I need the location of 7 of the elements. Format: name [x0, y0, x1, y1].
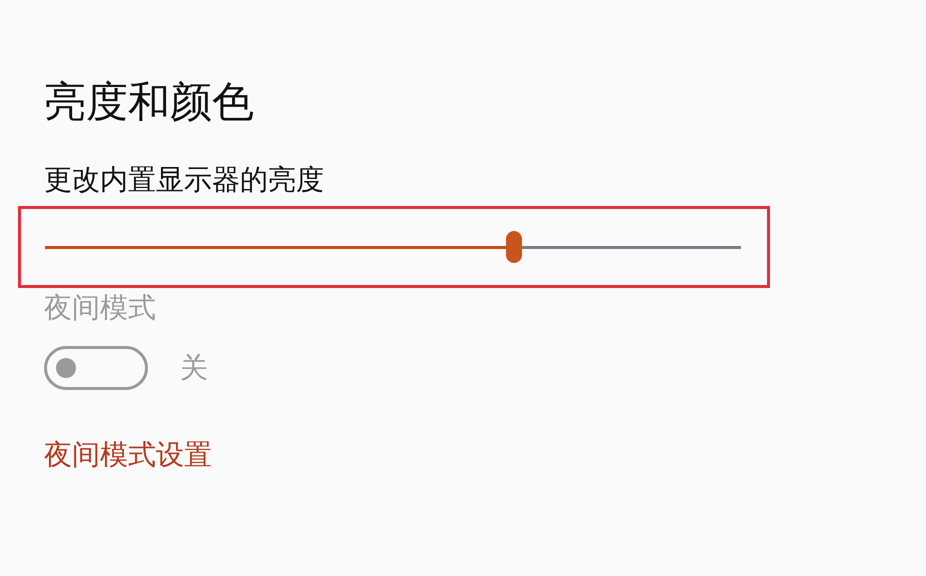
night-mode-label: 夜间模式: [44, 290, 157, 326]
page-title: 亮度和颜色: [44, 76, 255, 128]
slider-thumb[interactable]: [506, 231, 522, 263]
toggle-state: 关: [180, 350, 208, 386]
brightness-slider[interactable]: [45, 231, 741, 263]
night-mode-settings-link[interactable]: 夜间模式设置: [44, 436, 212, 474]
slider-label: 更改内置显示器的亮度: [44, 162, 325, 198]
